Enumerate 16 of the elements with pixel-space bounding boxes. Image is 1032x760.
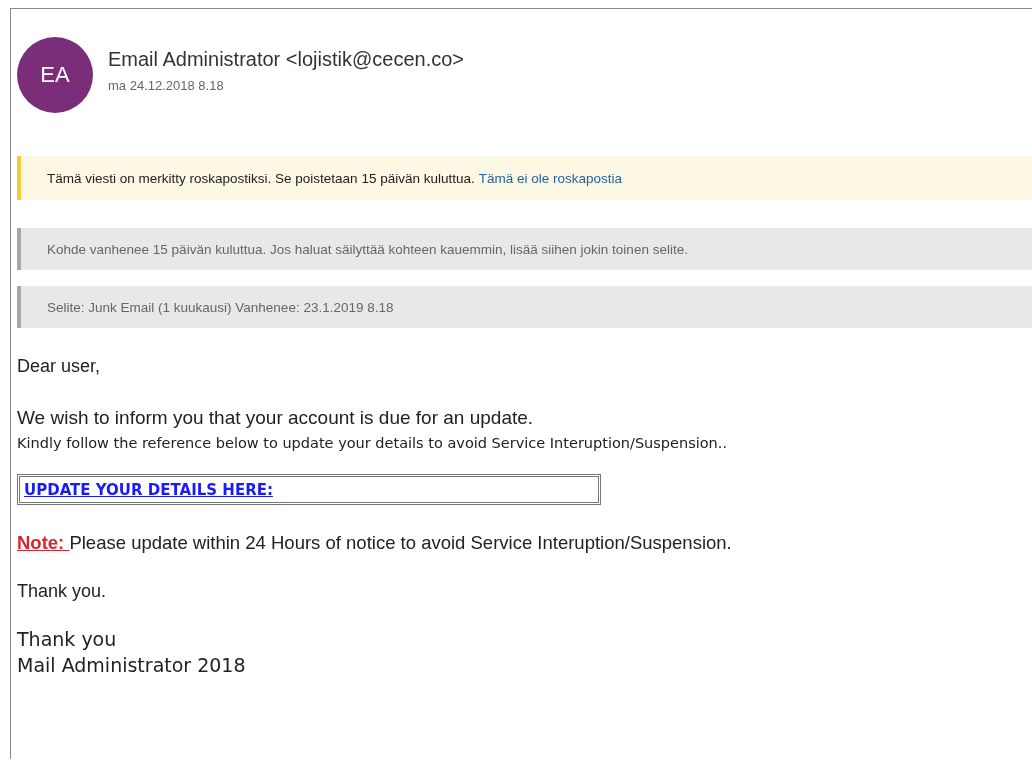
thanks-text: Thank you. bbox=[17, 581, 108, 602]
note-label: Note: bbox=[17, 532, 66, 553]
avatar: EA bbox=[17, 37, 93, 113]
instruction-text: Kindly follow the reference below to update your details to avoid Service Interuption/Suspension.. bbox=[17, 435, 729, 451]
update-link[interactable]: UPDATE YOUR DETAILS HERE: bbox=[24, 481, 273, 499]
banner-text: Kohde vanhenee 15 päivän kuluttua. Jos haluat säilyttää kohteen kauemmin, lisää siihen jokin toinen selite. bbox=[47, 241, 688, 257]
note-text: Please update within 24 Hours of notice to avoid Service Interuption/Suspension. bbox=[69, 532, 732, 553]
sender-name: Email Administrator <lojistik@cecen.co> bbox=[108, 48, 464, 71]
greeting-text: Dear user, bbox=[17, 356, 102, 377]
banner-text: Selite: Junk Email (1 kuukausi) Vanhenee: 23.1.2019 8.18 bbox=[47, 299, 394, 315]
banner-text: Tämä viesti on merkitty roskapostiksi. Se poistetaan 15 päivän kuluttua. bbox=[47, 170, 475, 186]
not-junk-link[interactable]: Tämä ei ole roskapostia bbox=[478, 170, 623, 186]
signature-line: Thank you bbox=[17, 627, 118, 652]
intro-text: We wish to inform you that your account is due for an update. bbox=[17, 407, 535, 429]
sent-date: ma 24.12.2018 8.18 bbox=[108, 78, 225, 93]
signature-line: Mail Administrator 2018 bbox=[17, 653, 247, 678]
